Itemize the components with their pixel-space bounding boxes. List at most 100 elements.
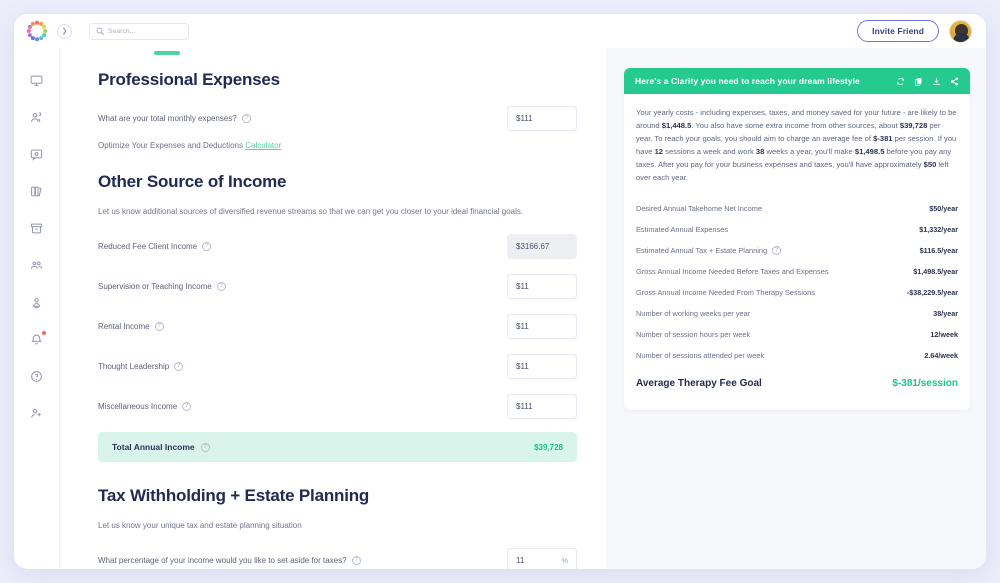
topbar-actions: Invite Friend: [857, 19, 986, 43]
page-title-tax-estate: Tax Withholding + Estate Planning: [98, 486, 370, 505]
monitor-icon: [30, 75, 43, 86]
sidebar-item-clients[interactable]: [14, 99, 60, 136]
sidebar-item-profile[interactable]: [14, 284, 60, 321]
label-text: Gross Annual Income Needed Before Taxes …: [636, 267, 829, 277]
field-row-income: Rental Income? $11: [98, 312, 577, 341]
summary-row: Number of sessions attended per week 2.64…: [636, 345, 958, 366]
income-input[interactable]: $11: [507, 274, 577, 299]
search-icon: [96, 27, 104, 35]
income-input[interactable]: $111: [507, 394, 577, 419]
field-row-income: Reduced Fee Client Income? $3166.67: [98, 232, 577, 261]
help-icon[interactable]: ?: [182, 402, 192, 411]
income-label: Miscellaneous Income?: [98, 402, 507, 411]
summary-label: Number of sessions attended per week: [636, 351, 924, 360]
field-row-tax-percent: What percentage of your income would you…: [98, 546, 577, 569]
label-text: Rental Income: [98, 322, 150, 331]
input-monthly-expenses[interactable]: $111: [507, 106, 577, 131]
optimize-expenses-row: Optimize Your Expenses and Deductions Ca…: [98, 141, 577, 150]
label-text: Supervision or Teaching Income: [98, 282, 212, 291]
invite-friend-button[interactable]: Invite Friend: [857, 20, 939, 42]
help-icon[interactable]: ?: [202, 242, 212, 251]
sidebar-item-community[interactable]: [14, 247, 60, 284]
summary-value: 12/week: [930, 330, 958, 340]
download-icon: [933, 77, 940, 85]
summary-value: $1,498.5/year: [913, 267, 958, 277]
bell-icon: [31, 334, 42, 345]
input-tax-percent[interactable]: 11 %: [507, 548, 577, 569]
search-placeholder: Search...: [108, 27, 136, 35]
help-icon[interactable]: ?: [174, 362, 184, 371]
income-input[interactable]: $11: [507, 314, 577, 339]
sidebar-item-archive[interactable]: [14, 210, 60, 247]
field-row-income: Supervision or Teaching Income? $11: [98, 272, 577, 301]
income-label: Supervision or Teaching Income?: [98, 282, 507, 291]
average-therapy-fee-goal-row: Average Therapy Fee Goal $-381/session: [636, 370, 958, 396]
clarity-highlight-value: $39,728: [899, 121, 928, 131]
sidebar-item-sessions[interactable]: [14, 136, 60, 173]
summary-value: $116.5/year: [919, 246, 958, 256]
clarity-highlight-value: $50: [923, 160, 937, 170]
clarity-card: Here's a Clarity you need to reach your …: [624, 68, 970, 411]
share-icon: [950, 76, 959, 86]
person-badge-icon: [33, 298, 40, 309]
help-icon[interactable]: ?: [216, 282, 226, 291]
clarity-highlight-value: $-381: [873, 134, 893, 144]
clarity-header-title: Here's a Clarity you need to reach your …: [635, 76, 860, 86]
label-text: Estimated Annual Expenses: [636, 225, 729, 235]
chevron-right-icon[interactable]: ❯: [57, 23, 72, 39]
form-inner: Professional Expenses What are your tota…: [60, 48, 607, 569]
brand-logo[interactable]: [14, 14, 60, 48]
refresh-button[interactable]: [896, 77, 905, 86]
download-button[interactable]: [932, 77, 941, 86]
summary-value: $50/year: [929, 204, 958, 214]
summary-row: Estimated Annual Expenses $1,332/year: [636, 219, 958, 240]
search-input[interactable]: Search...: [89, 22, 189, 40]
calculator-link[interactable]: Calculator: [245, 141, 281, 150]
app-window: ❯ Search... Invite Friend Professional E…: [14, 14, 986, 569]
summary-label: Estimated Annual Expenses: [636, 225, 919, 234]
copy-icon: [915, 77, 922, 86]
help-icon[interactable]: ?: [772, 246, 782, 256]
label-text: Desired Annual Takehome Net Income: [636, 204, 762, 214]
summary-row: Estimated Annual Tax + Estate Planning? $…: [636, 240, 958, 261]
label-text: Estimated Annual Tax + Estate Planning: [636, 246, 768, 256]
sidebar-item-library[interactable]: [14, 173, 60, 210]
copy-button[interactable]: [914, 77, 923, 86]
help-circle-icon: [31, 371, 42, 382]
help-icon[interactable]: ?: [351, 556, 361, 565]
summary-row: Number of session hours per week 12/week: [636, 324, 958, 345]
main-content: Professional Expenses What are your tota…: [60, 48, 986, 569]
summary-row: Desired Annual Takehome Net Income $50/ye…: [636, 198, 958, 219]
clarity-text: . You also have some extra income from o…: [691, 121, 900, 131]
field-row-income: Thought Leadership? $11: [98, 352, 577, 381]
help-icon[interactable]: ?: [241, 114, 251, 123]
subtitle-other-income: Let us know additional sources of divers…: [98, 207, 524, 216]
percent-suffix: %: [561, 556, 568, 565]
label-text: Reduced Fee Client Income: [98, 242, 198, 251]
clarity-text: weeks a year, you'll make: [764, 147, 855, 157]
income-label: Rental Income?: [98, 322, 507, 331]
clarity-highlight-value: $1,498.5: [854, 147, 885, 157]
sidebar: [14, 48, 60, 569]
total-annual-income-value: $39,728: [534, 442, 563, 452]
logo-ring-icon: [26, 20, 48, 42]
sidebar-item-dashboard[interactable]: [14, 62, 60, 99]
label-text: What percentage of your income would you…: [98, 556, 347, 565]
income-input: $3166.67: [507, 234, 577, 259]
group-icon: [30, 261, 43, 269]
share-button[interactable]: [950, 76, 959, 86]
sidebar-item-invite[interactable]: [14, 395, 60, 432]
help-icon[interactable]: ?: [154, 322, 164, 331]
help-icon[interactable]: ?: [200, 442, 210, 452]
income-input[interactable]: $11: [507, 354, 577, 379]
label-text: What are your total monthly expenses?: [98, 114, 237, 123]
optimize-text: Optimize Your Expenses and Deductions: [98, 141, 243, 150]
clarity-highlight-value: $1,448.5: [661, 121, 692, 131]
user-avatar[interactable]: [949, 19, 972, 43]
label-tax-percent: What percentage of your income would you…: [98, 556, 507, 565]
archive-icon: [30, 223, 43, 234]
label-text: Total Annual Income: [112, 442, 195, 452]
sidebar-item-notifications[interactable]: [14, 321, 60, 358]
sidebar-item-help[interactable]: [14, 358, 60, 395]
label-text: Number of session hours per week: [636, 330, 751, 340]
